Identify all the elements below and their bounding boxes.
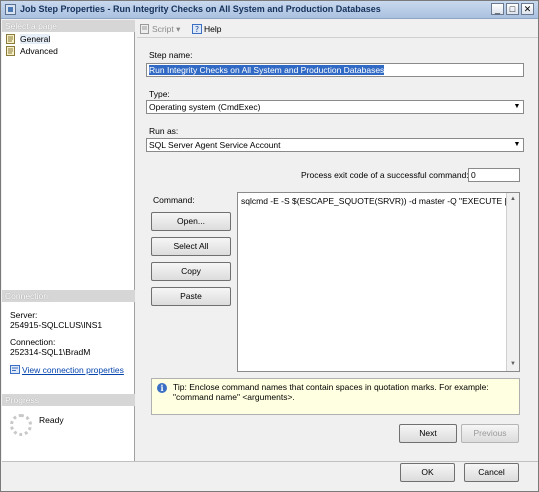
exit-code-value: 0	[471, 170, 476, 180]
command-textarea[interactable]: sqlcmd -E -S $(ESCAPE_SQUOTE(SRVR)) -d m…	[237, 192, 520, 372]
run-as-value: SQL Server Agent Service Account	[149, 140, 281, 150]
type-value: Operating system (CmdExec)	[149, 102, 261, 112]
tip-box: i Tip: Enclose command names that contai…	[151, 378, 520, 415]
help-label: Help	[204, 24, 222, 34]
left-panel: Select a page General Advanced Connectio…	[2, 20, 135, 461]
svg-text:?: ?	[195, 25, 199, 34]
script-dropdown-icon[interactable]: ▾	[176, 24, 180, 34]
progress-status: Ready	[39, 415, 64, 425]
view-connection-properties-link[interactable]: View connection properties	[22, 365, 124, 375]
type-select[interactable]: Operating system (CmdExec) ▼	[146, 100, 524, 114]
open-button[interactable]: Open...	[151, 212, 231, 231]
copy-button[interactable]: Copy	[151, 262, 231, 281]
toolbar: Script ▾ ? Help	[137, 20, 538, 38]
script-icon	[140, 24, 149, 34]
page-item-advanced-label: Advanced	[20, 46, 58, 56]
info-icon: i	[157, 383, 167, 393]
server-value: 254915-SQLCLUS\INS1	[10, 320, 103, 330]
help-icon: ?	[192, 24, 202, 34]
page-item-general-label: General	[20, 34, 51, 44]
minimize-button[interactable]: _	[491, 3, 504, 15]
footer-separator	[2, 461, 538, 462]
type-label: Type:	[149, 89, 170, 99]
window-title: Job Step Properties - Run Integrity Chec…	[20, 4, 381, 14]
title-bar[interactable]: Job Step Properties - Run Integrity Chec…	[1, 1, 538, 19]
step-name-value: Run Integrity Checks on All System and P…	[149, 65, 385, 75]
ok-button[interactable]: OK	[400, 463, 455, 482]
page-icon	[6, 34, 15, 44]
previous-button[interactable]: Previous	[461, 424, 519, 443]
cancel-button[interactable]: Cancel	[464, 463, 519, 482]
view-connection-properties[interactable]: View connection properties	[10, 365, 124, 375]
tip-text: Tip: Enclose command names that contain …	[173, 382, 489, 402]
job-step-properties-window: Job Step Properties - Run Integrity Chec…	[0, 0, 539, 492]
connection-label: Connection:	[10, 337, 56, 347]
close-button[interactable]: ✕	[521, 3, 534, 15]
help-button[interactable]: ? Help	[192, 23, 221, 35]
run-as-label: Run as:	[149, 126, 179, 136]
page-item-advanced[interactable]: Advanced	[5, 45, 58, 57]
exit-code-label: Process exit code of a successful comman…	[301, 170, 469, 180]
maximize-button[interactable]: □	[506, 3, 519, 15]
exit-code-input[interactable]: 0	[468, 168, 520, 182]
toolbar-separator	[137, 37, 538, 38]
command-scrollbar[interactable]: ▲ ▼	[506, 193, 519, 371]
page-icon	[6, 46, 15, 56]
progress-spinner-icon	[10, 414, 32, 436]
connection-header: Connection	[2, 290, 135, 302]
connection-value: 252314-SQL1\BradM	[10, 347, 91, 357]
window-app-icon	[5, 4, 16, 15]
script-label: Script	[152, 24, 174, 34]
progress-header: Progress	[2, 394, 135, 406]
connection-properties-icon	[10, 365, 20, 374]
step-name-label: Step name:	[149, 50, 193, 60]
chevron-down-icon[interactable]: ▼	[511, 139, 523, 151]
select-all-button[interactable]: Select All	[151, 237, 231, 256]
scroll-up-icon[interactable]: ▲	[507, 193, 519, 205]
chevron-down-icon[interactable]: ▼	[511, 101, 523, 113]
command-value: sqlcmd -E -S $(ESCAPE_SQUOTE(SRVR)) -d m…	[241, 196, 507, 206]
script-button[interactable]: Script ▾	[140, 23, 180, 35]
select-page-header: Select a page	[2, 20, 135, 32]
step-name-input[interactable]: Run Integrity Checks on All System and P…	[146, 63, 524, 77]
page-item-general[interactable]: General	[5, 33, 51, 45]
run-as-select[interactable]: SQL Server Agent Service Account ▼	[146, 138, 524, 152]
command-label: Command:	[153, 195, 195, 205]
paste-button[interactable]: Paste	[151, 287, 231, 306]
scroll-down-icon[interactable]: ▼	[507, 358, 519, 370]
server-label: Server:	[10, 310, 38, 320]
next-button[interactable]: Next	[399, 424, 457, 443]
